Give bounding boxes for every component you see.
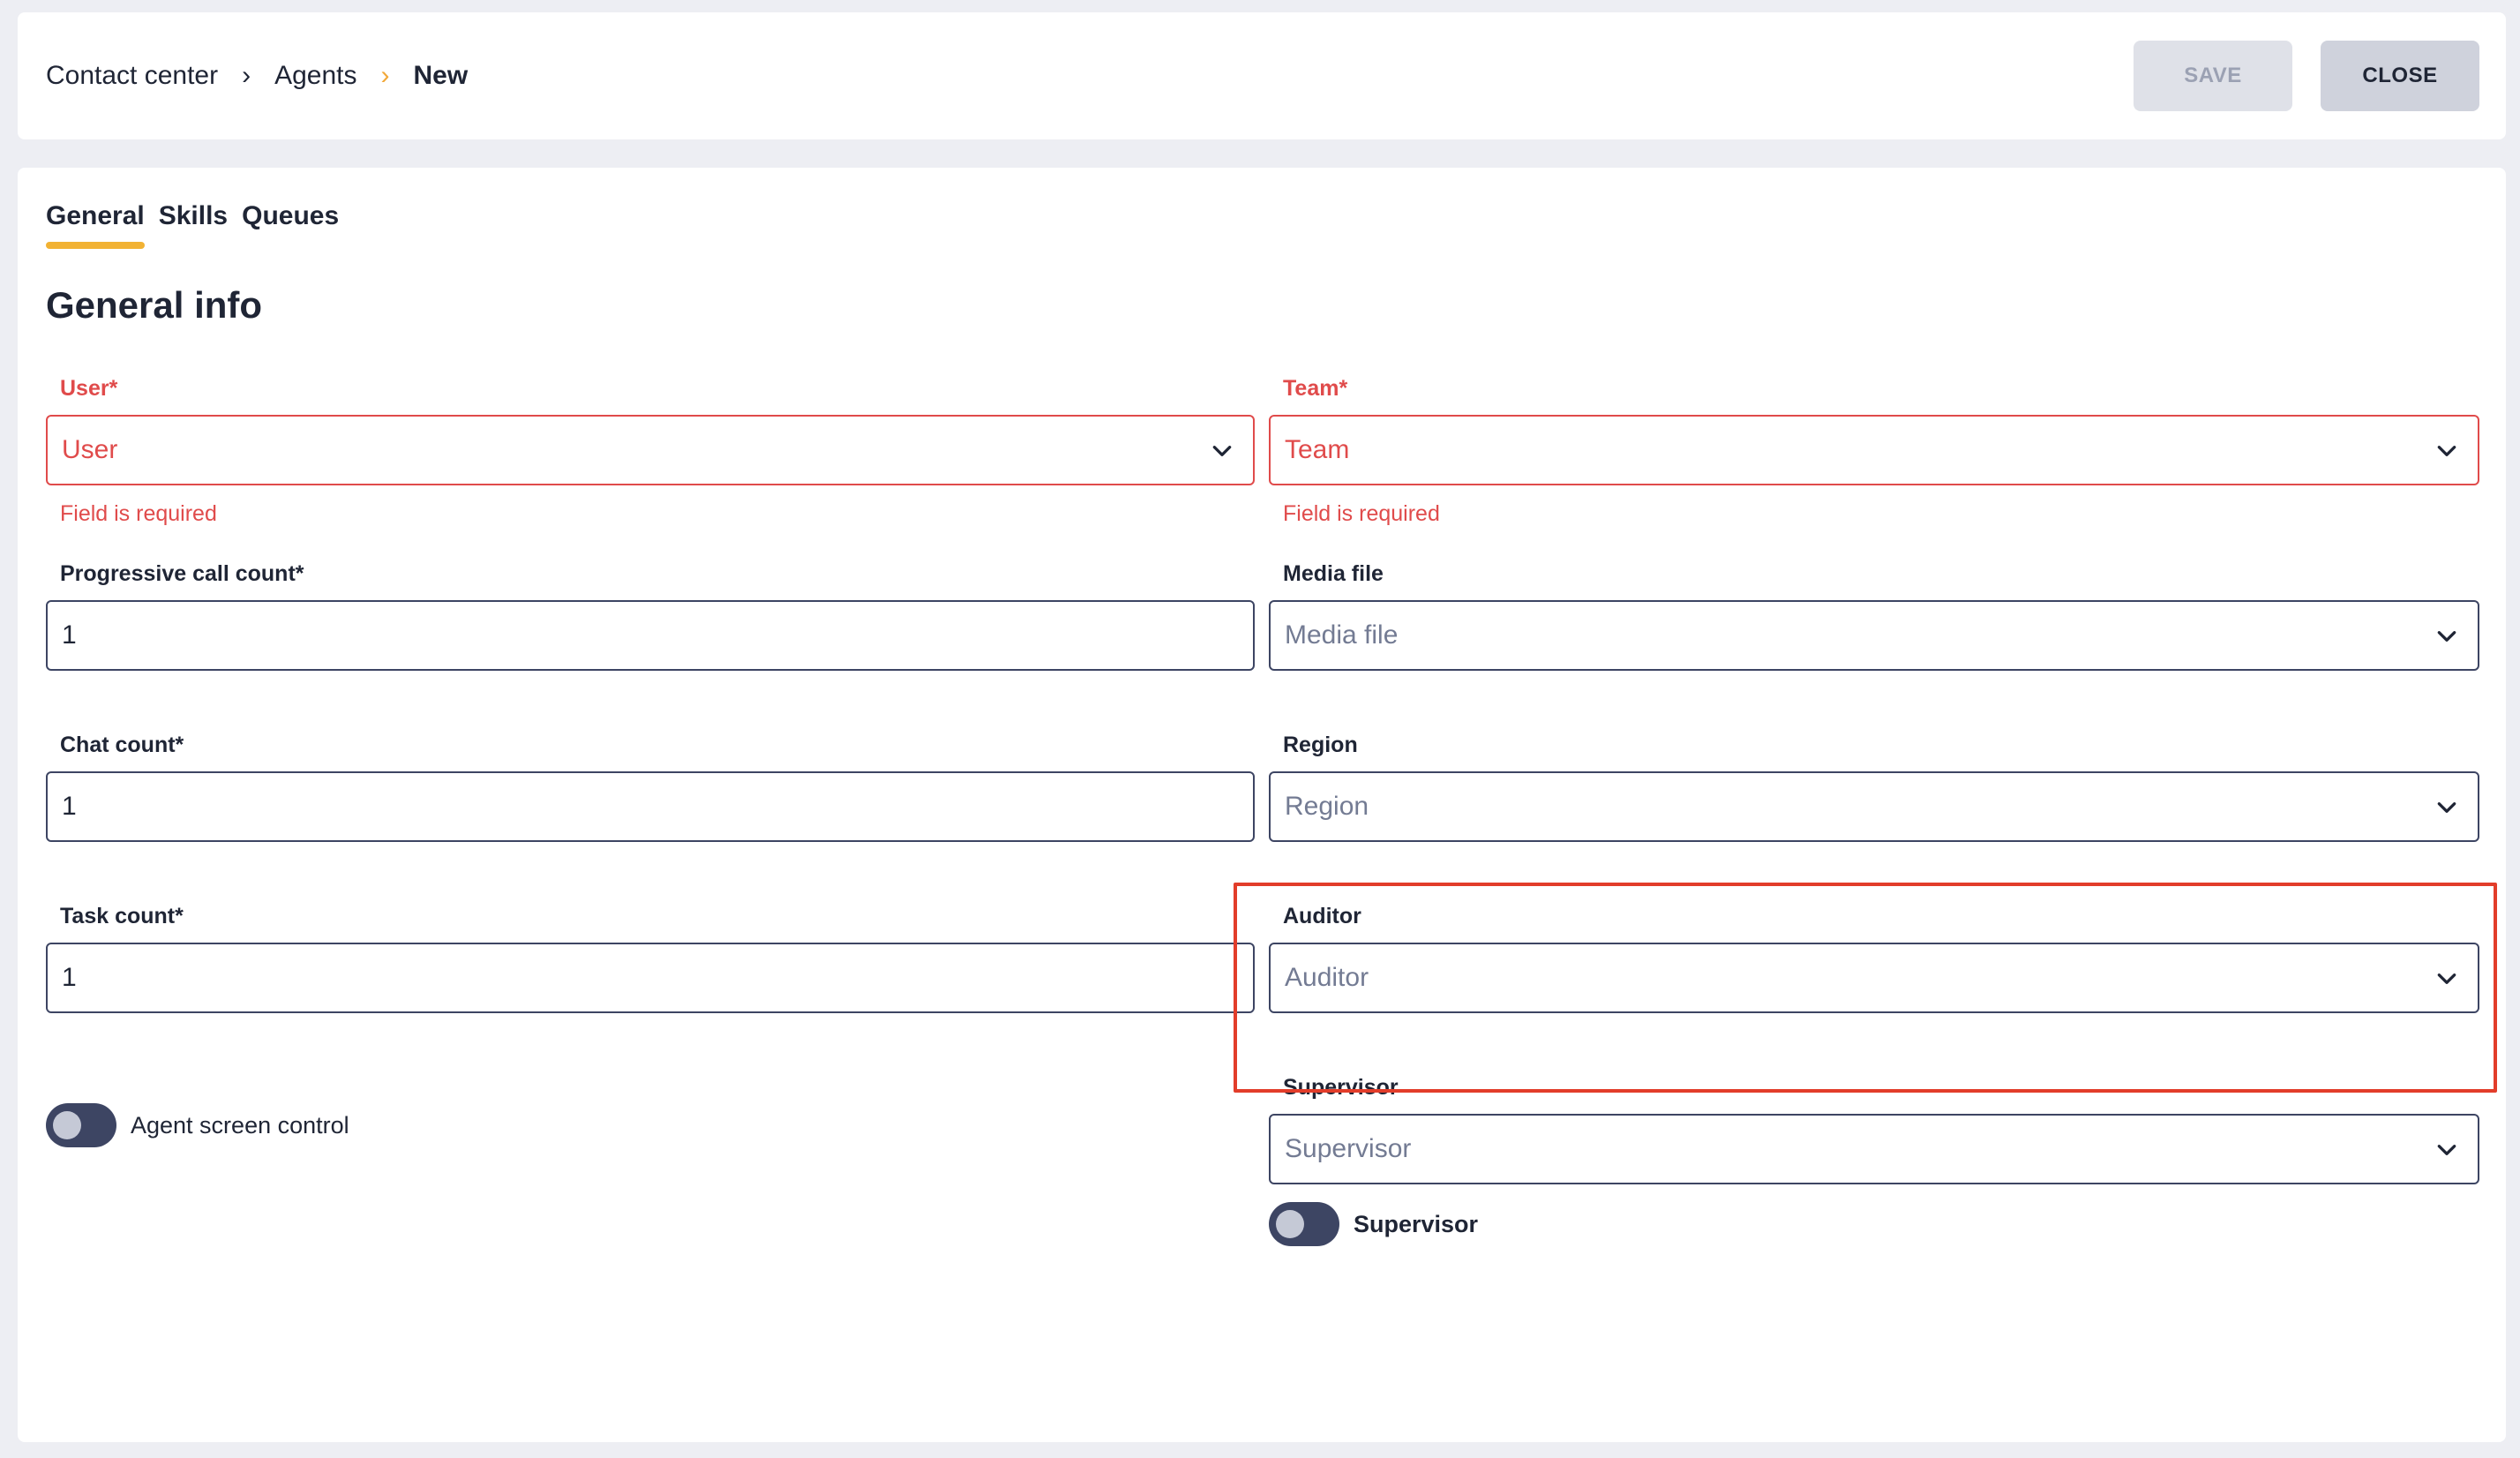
- breadcrumb-item-current: New: [413, 61, 469, 90]
- chevron-right-icon: ›: [380, 61, 390, 90]
- breadcrumb: Contact center › Agents › New: [46, 12, 468, 139]
- chat-count-label: Chat count*: [60, 733, 184, 757]
- team-select-placeholder: Team: [1285, 435, 1350, 464]
- progressive-call-count-input[interactable]: 1: [46, 600, 1255, 671]
- close-button[interactable]: CLOSE: [2321, 41, 2479, 111]
- media-file-label: Media file: [1283, 561, 1384, 586]
- supervisor-label: Supervisor: [1283, 1075, 1399, 1100]
- task-count-label: Task count*: [60, 904, 184, 928]
- breadcrumb-item-agents[interactable]: Agents: [274, 61, 356, 91]
- chevron-down-icon: [2437, 802, 2456, 813]
- form-panel: General Skills Queues General info User*…: [18, 168, 2506, 1442]
- chevron-down-icon: [2437, 446, 2456, 456]
- tab-queues[interactable]: Queues: [242, 201, 339, 249]
- tab-bar: General Skills Queues: [46, 201, 339, 249]
- agent-screen-control-toggle[interactable]: [46, 1103, 116, 1147]
- chevron-down-icon: [2437, 631, 2456, 642]
- chevron-right-icon: ›: [242, 61, 251, 90]
- supervisor-toggle[interactable]: [1269, 1202, 1339, 1246]
- tab-general[interactable]: General: [46, 201, 145, 249]
- save-button[interactable]: SAVE: [2134, 41, 2292, 111]
- task-count-value: 1: [62, 963, 77, 992]
- chevron-down-icon: [2437, 1145, 2456, 1155]
- task-count-input[interactable]: 1: [46, 943, 1255, 1013]
- chat-count-input[interactable]: 1: [46, 771, 1255, 842]
- team-label: Team*: [1283, 376, 1348, 401]
- auditor-placeholder: Auditor: [1285, 963, 1369, 992]
- toggle-knob: [53, 1111, 81, 1139]
- toggle-knob: [1276, 1210, 1304, 1238]
- page-header: Contact center › Agents › New SAVE CLOSE: [18, 12, 2506, 139]
- media-file-placeholder: Media file: [1285, 620, 1399, 650]
- breadcrumb-item-contact-center[interactable]: Contact center: [46, 61, 218, 91]
- chat-count-value: 1: [62, 792, 77, 821]
- auditor-label: Auditor: [1283, 904, 1361, 928]
- region-select[interactable]: Region: [1269, 771, 2479, 842]
- agent-screen-control-label: Agent screen control: [131, 1112, 349, 1139]
- supervisor-placeholder: Supervisor: [1285, 1134, 1412, 1163]
- user-select-placeholder: User: [62, 435, 118, 464]
- tab-skills[interactable]: Skills: [159, 201, 228, 249]
- supervisor-select[interactable]: Supervisor: [1269, 1114, 2479, 1184]
- user-error: Field is required: [60, 501, 217, 526]
- user-select[interactable]: User: [46, 415, 1255, 485]
- user-label: User*: [60, 376, 118, 401]
- progressive-call-count-label: Progressive call count*: [60, 561, 304, 586]
- section-title: General info: [46, 284, 263, 326]
- region-label: Region: [1283, 733, 1358, 757]
- team-error: Field is required: [1283, 501, 1440, 526]
- media-file-select[interactable]: Media file: [1269, 600, 2479, 671]
- chevron-down-icon: [1212, 446, 1232, 456]
- chevron-down-icon: [2437, 973, 2456, 984]
- region-placeholder: Region: [1285, 792, 1369, 821]
- auditor-select[interactable]: Auditor: [1269, 943, 2479, 1013]
- team-select[interactable]: Team: [1269, 415, 2479, 485]
- progressive-call-count-value: 1: [62, 620, 77, 650]
- supervisor-toggle-label: Supervisor: [1354, 1211, 1479, 1237]
